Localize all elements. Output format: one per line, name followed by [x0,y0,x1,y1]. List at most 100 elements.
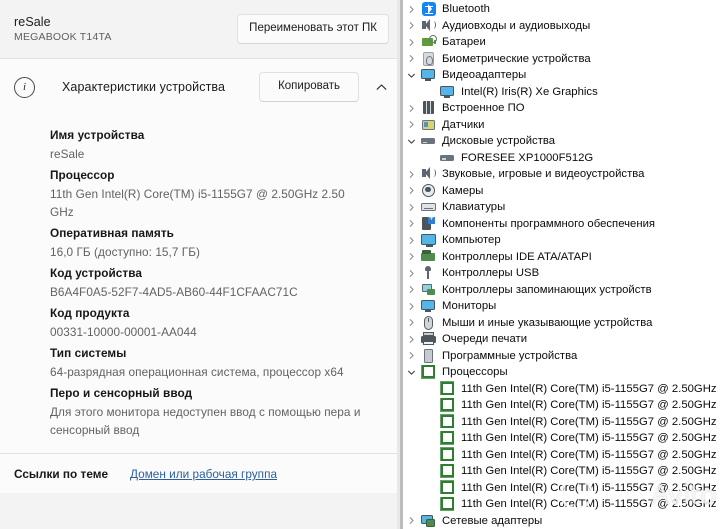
fingerprint-icon [420,51,437,67]
tree-node[interactable]: Контроллеры USB [403,265,720,282]
domain-workgroup-link[interactable]: Домен или рабочая группа [130,467,277,481]
spec-row: Процессор 11th Gen Intel(R) Core(TM) i5-1… [50,165,389,221]
tree-node[interactable]: Дисковые устройства [403,133,720,150]
spec-row: Оперативная память 16,0 ГБ (доступно: 15,… [50,223,389,261]
tree-node[interactable]: 11th Gen Intel(R) Core(TM) i5-1155G7 @ 2… [403,381,720,398]
tree-node[interactable]: Очереди печати [403,331,720,348]
tree-node-label: Мыши и иные указывающие устройства [442,316,653,329]
tree-node-label: Компьютер [442,234,501,247]
tree-node-label: 11th Gen Intel(R) Core(TM) i5-1155G7 @ 2… [461,415,717,428]
chevron-down-icon[interactable] [403,364,420,380]
tree-node[interactable]: Аудиовходы и аудиовыходы [403,18,720,35]
device-manager-pane: Bluetooth Аудиовходы и аудиовыходы Батареи… [403,0,720,529]
tree-node[interactable]: 11th Gen Intel(R) Core(TM) i5-1155G7 @ 2… [403,447,720,464]
device-specs-list: Имя устройства reSale Процессор 11th Gen In… [0,115,403,453]
tree-node[interactable]: 11th Gen Intel(R) Core(TM) i5-1155G7 @ 2… [403,463,720,480]
tree-node[interactable]: 11th Gen Intel(R) Core(TM) i5-1155G7 @ 2… [403,480,720,497]
tree-node[interactable]: Клавиатуры [403,199,720,216]
tree-node[interactable]: Intel(R) Iris(R) Xe Graphics [403,84,720,101]
chevron-up-icon[interactable] [369,75,393,99]
chevron-right-icon[interactable] [403,100,420,116]
chevron-right-icon[interactable] [403,232,420,248]
chevron-right-icon[interactable] [403,265,420,281]
chevron-right-icon[interactable] [403,1,420,17]
device-specs-title: Характеристики устройства [62,80,226,94]
chevron-right-icon[interactable] [403,331,420,347]
computer-icon [420,232,437,248]
tree-node[interactable]: Батареи [403,34,720,51]
chevron-right-icon[interactable] [403,183,420,199]
spec-key: Процессор [50,168,115,182]
tree-node-label: Контроллеры запоминающих устройств [442,283,652,296]
tree-node-label: Мониторы [442,300,497,313]
tree-node-label: 11th Gen Intel(R) Core(TM) i5-1155G7 @ 2… [461,498,717,511]
tree-node[interactable]: Компьютер [403,232,720,249]
chevron-right-icon[interactable] [403,166,420,182]
camera-icon [420,183,437,199]
chevron-right-icon[interactable] [403,51,420,67]
chevron-right-icon[interactable] [403,34,420,50]
related-links-row: Ссылки по теме Домен или рабочая группа [0,454,403,493]
tree-node[interactable]: Bluetooth [403,1,720,18]
tree-node[interactable]: Контроллеры IDE ATA/ATAPI [403,249,720,266]
tree-node[interactable]: Биометрические устройства [403,51,720,68]
chevron-right-icon[interactable] [403,117,420,133]
rename-pc-button[interactable]: Переименовать этот ПК [237,14,389,44]
firmware-icon [420,100,437,116]
tree-node[interactable]: Встроенное ПО [403,100,720,117]
chevron-down-icon[interactable] [403,133,420,149]
tree-node[interactable]: Датчики [403,117,720,134]
tree-node[interactable]: 11th Gen Intel(R) Core(TM) i5-1155G7 @ 2… [403,496,720,513]
processor-icon [439,463,456,479]
chevron-right-icon[interactable] [403,348,420,364]
usb-icon [420,265,437,281]
chevron-right-icon[interactable] [403,513,420,529]
tree-node-label: Биометрические устройства [442,52,591,65]
tree-node-label: 11th Gen Intel(R) Core(TM) i5-1155G7 @ 2… [461,432,717,445]
speaker-icon [420,166,437,182]
tree-node-label: Компоненты программного обеспечения [442,217,656,230]
spec-value: 16,0 ГБ (доступно: 15,7 ГБ) [50,245,201,259]
monitor-icon [420,298,437,314]
tree-node[interactable]: 11th Gen Intel(R) Core(TM) i5-1155G7 @ 2… [403,430,720,447]
spec-key: Имя устройства [50,128,145,142]
copy-button[interactable]: Копировать [259,72,359,102]
tree-node-label: Клавиатуры [442,201,506,214]
tree-node[interactable]: Мыши и иные указывающие устройства [403,315,720,332]
chevron-down-icon[interactable] [403,67,420,83]
device-specs-expander-header[interactable]: i Характеристики устройства Копировать [0,59,403,115]
tree-node-label: Батареи [442,36,486,49]
chevron-right-icon[interactable] [403,216,420,232]
tree-node[interactable]: Камеры [403,183,720,200]
info-icon: i [14,76,35,98]
chevron-right-icon[interactable] [403,315,420,331]
tree-node[interactable]: Процессоры [403,364,720,381]
tree-node[interactable]: Звуковые, игровые и видеоустройства [403,166,720,183]
processor-icon [439,447,456,463]
tree-node[interactable]: FORESEE XP1000F512G [403,150,720,167]
tree-node[interactable]: Компоненты программного обеспечения [403,213,720,233]
spec-value: B6A4F0A5-52F7-4AD5-AB60-44F1CFAAC71C [50,285,298,299]
processor-icon [439,397,456,413]
tree-node-label: Bluetooth [442,3,490,16]
processor-icon [439,480,456,496]
tree-node[interactable]: Мониторы [403,298,720,315]
software-device-icon [420,348,437,364]
tree-node[interactable]: 11th Gen Intel(R) Core(TM) i5-1155G7 @ 2… [403,414,720,431]
chevron-right-icon[interactable] [403,199,420,215]
tree-node-label: Контроллеры IDE ATA/ATAPI [442,250,592,263]
chevron-right-icon[interactable] [403,18,420,34]
chevron-right-icon[interactable] [403,282,420,298]
tree-node[interactable]: 11th Gen Intel(R) Core(TM) i5-1155G7 @ 2… [403,397,720,414]
display-adapter-icon [439,84,456,100]
tree-node[interactable]: Видеоадаптеры [403,67,720,84]
tree-node-label: Аудиовходы и аудиовыходы [442,19,591,32]
spec-row: Имя устройства reSale [50,125,389,163]
tree-node[interactable]: Программные устройства [403,348,720,365]
tree-node[interactable]: Сетевые адаптеры [403,513,720,529]
tree-node[interactable]: Контроллеры запоминающих устройств [403,282,720,299]
chevron-right-icon[interactable] [403,298,420,314]
tree-node-label: Контроллеры USB [442,267,540,280]
chevron-right-icon[interactable] [403,249,420,265]
processor-icon [439,430,456,446]
